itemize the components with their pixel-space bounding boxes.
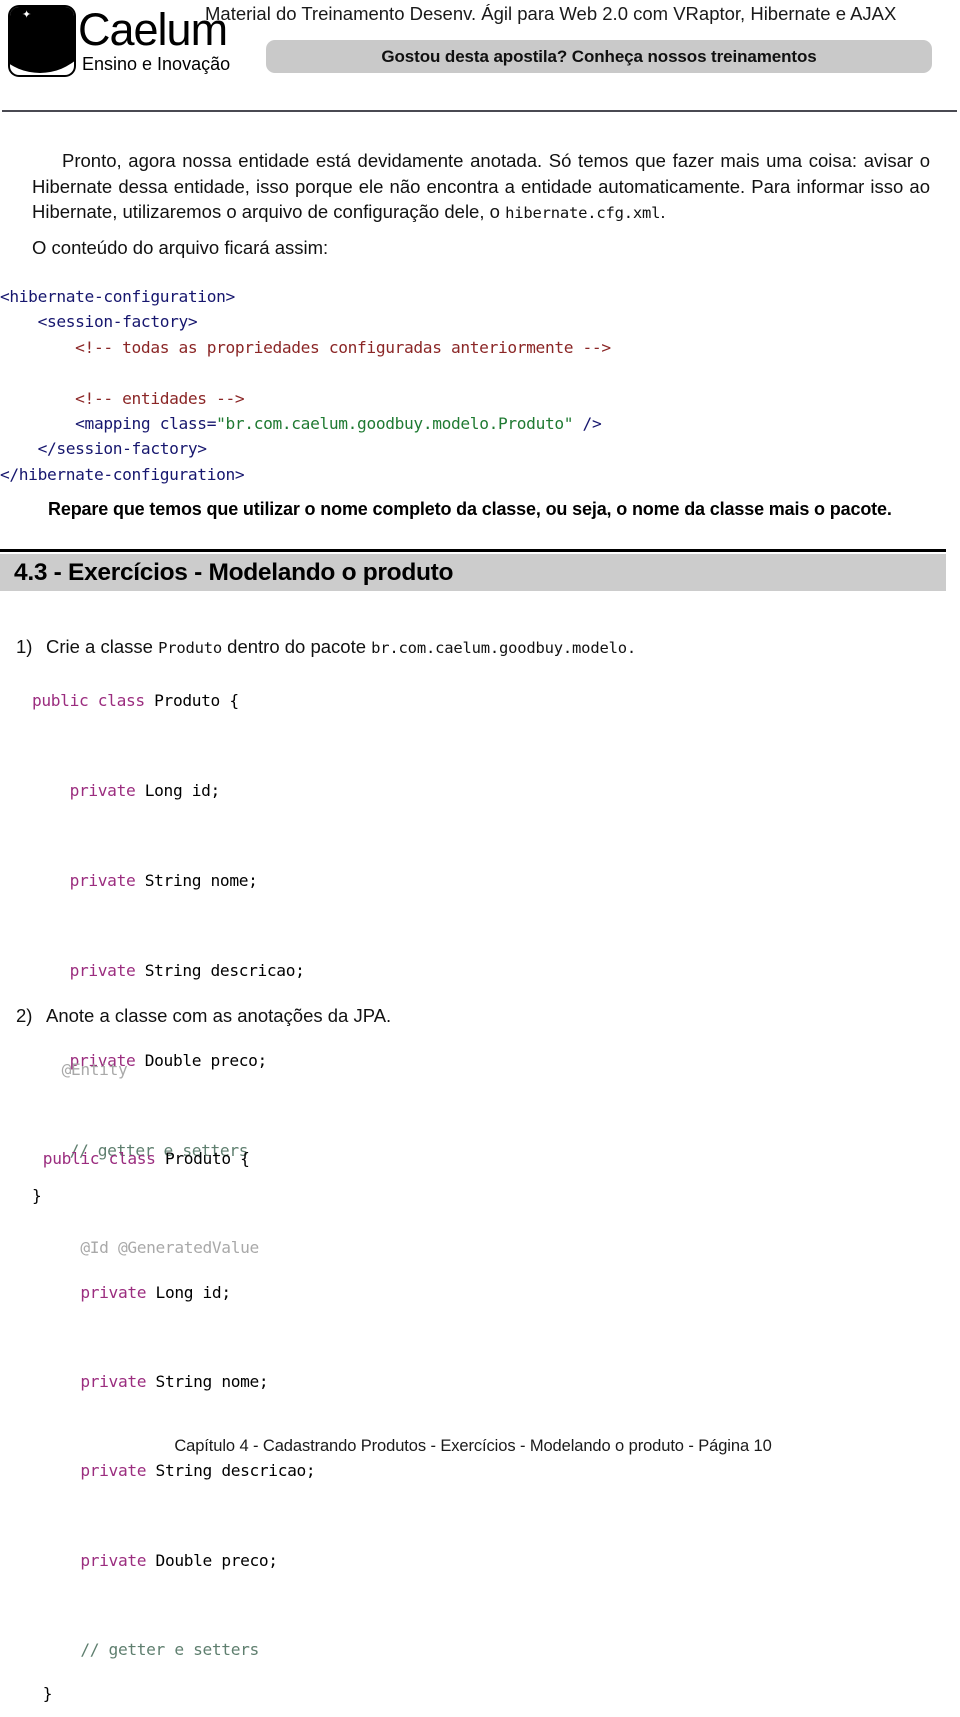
xml-line-1: <hibernate-configuration> (0, 287, 235, 306)
java2-class-decl: Produto { (155, 1149, 250, 1169)
java-code-block-2: @Entity public class Produto { @Id @Gene… (24, 1048, 316, 1717)
exercise-2-text-a: Anote a classe com as anotações da JPA. (46, 1005, 392, 1026)
exercise-1-code-a: Produto (158, 639, 223, 657)
xml-code-block: <hibernate-configuration> <session-facto… (0, 284, 611, 487)
exercise-1-text-b: dentro do pacote (222, 636, 372, 657)
java2-field-4: Double preco; (146, 1550, 279, 1570)
header-divider (2, 110, 957, 112)
java1-class-decl: Produto { (144, 691, 239, 710)
java1-field-3: String descricao; (135, 961, 305, 980)
section-heading-title: 4.3 - Exercícios - Modelando o produto (14, 559, 454, 586)
java2-field-1: Long id; (146, 1282, 232, 1302)
java2-annotation-entity: @Entity (61, 1060, 128, 1079)
java1-kw-class: class (97, 691, 145, 710)
exercise-1-text-a: Crie a classe (46, 636, 159, 657)
page-footer: Capítulo 4 - Cadastrando Produtos - Exer… (174, 1437, 772, 1455)
inline-code-hibernate-cfg: hibernate.cfg.xml (505, 204, 661, 222)
xml-line-5-comment: <!-- entidades --> (0, 388, 245, 408)
logo-tagline: Ensino e Inovação (82, 54, 231, 74)
xml-line-6-tag-close: /> (573, 414, 602, 434)
exercise-1-number: 1) (16, 636, 33, 657)
java2-kw-public: public (42, 1149, 100, 1169)
logo-mark-icon: ✦ (8, 5, 76, 77)
promo-banner-label: Gostou desta apostila? Conheça nossos tr… (381, 47, 817, 66)
content-intro-paragraph: O conteúdo do arquivo ficará assim: (32, 235, 532, 261)
intro-paragraph-text-a: Pronto, agora nossa entidade está devida… (32, 150, 930, 222)
java2-comment: // getter e setters (80, 1639, 259, 1659)
java1-kw-private-1: private (69, 781, 136, 800)
xml-line-3-comment: <!-- todas as propriedades configuradas … (0, 337, 611, 357)
exercise-2-number: 2) (16, 1005, 33, 1026)
section-heading-rule (0, 549, 946, 552)
page-header: ✦ Caelum Ensino e Inovação Material do T… (0, 0, 960, 112)
java2-kw-class: class (108, 1149, 156, 1169)
java2-close-brace: } (42, 1684, 53, 1704)
xml-line-6-tag-open: <mapping class= (0, 414, 217, 434)
java1-kw-public: public (32, 691, 89, 710)
xml-line-2: <session-factory> (0, 312, 198, 332)
promo-banner[interactable]: Gostou desta apostila? Conheça nossos tr… (266, 40, 932, 73)
content-intro-text: O conteúdo do arquivo ficará assim: (32, 237, 329, 258)
exercise-item-1: 1) Crie a classe Produto dentro do pacote… (16, 636, 636, 658)
java2-kw-private-1: private (80, 1282, 147, 1302)
exercise-1-code-b: br.com.caelum.goodbuy.modelo. (371, 639, 636, 657)
java1-field-2: String nome; (135, 871, 258, 890)
java1-kw-private-3: private (69, 961, 136, 980)
logo-swoosh-shape (10, 7, 74, 75)
intro-paragraph: Pronto, agora nossa entidade está devida… (32, 148, 930, 227)
header-title: Material do Treinamento Desenv. Ágil par… (205, 3, 897, 24)
emphasis-note: Repare que temos que utilizar o nome com… (48, 499, 892, 519)
java2-field-2: String nome; (146, 1372, 269, 1392)
xml-line-7: </session-factory> (0, 439, 207, 459)
java2-annotation-id: @Id @GeneratedValue (80, 1238, 259, 1258)
intro-paragraph-text-b: . (660, 201, 666, 222)
xml-line-6-string: "br.com.caelum.goodbuy.modelo.Produto" (216, 414, 574, 434)
java2-kw-private-3: private (80, 1461, 147, 1481)
java1-kw-private-2: private (69, 871, 136, 890)
java2-kw-private-2: private (80, 1372, 147, 1392)
java2-field-3: String descricao; (146, 1461, 316, 1481)
java2-kw-private-4: private (80, 1550, 147, 1570)
exercise-item-2: 2) Anote a classe com as anotações da JPA… (16, 1005, 391, 1027)
xml-line-8: </hibernate-configuration> (0, 464, 245, 484)
java1-field-1: Long id; (135, 781, 221, 800)
